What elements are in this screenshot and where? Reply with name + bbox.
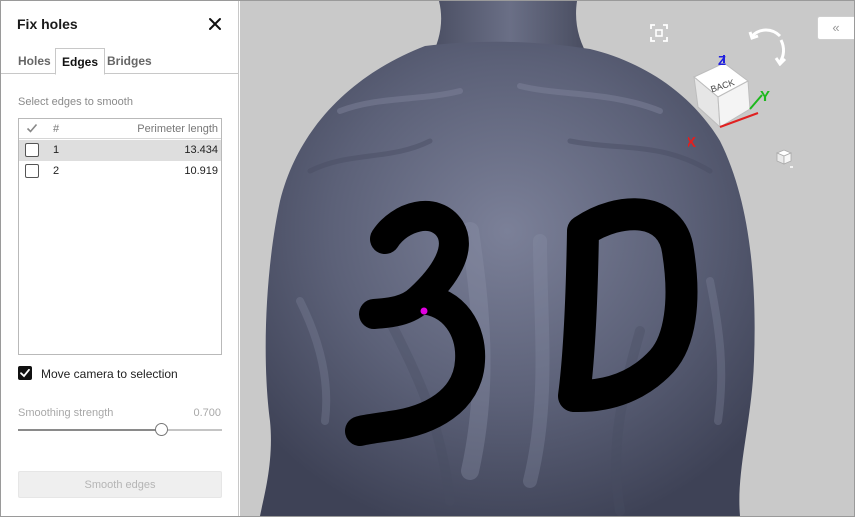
smoothing-strength-value: 0.700: [193, 407, 221, 419]
table-row[interactable]: 1 13.434: [19, 140, 221, 161]
fix-holes-panel: Fix holes Holes Edges Bridges Select edg…: [1, 1, 239, 516]
select-edges-label: Select edges to smooth: [18, 96, 133, 108]
column-header-number: #: [53, 123, 60, 135]
checkmark-icon: [20, 368, 30, 378]
view-mode-cube-icon[interactable]: [775, 148, 795, 170]
close-button[interactable]: [205, 14, 225, 34]
tab-bridges[interactable]: Bridges: [101, 48, 158, 74]
row-id: 2: [53, 165, 60, 177]
row-perimeter: 13.434: [184, 144, 218, 156]
3d-viewport[interactable]: « BACK X Y Z: [240, 1, 854, 516]
close-icon: [209, 18, 221, 30]
fit-view-icon[interactable]: [650, 24, 668, 42]
axis-z-label: Z: [718, 55, 726, 68]
smooth-edges-button[interactable]: Smooth edges: [18, 471, 222, 498]
smoothing-slider-thumb[interactable]: [154, 423, 168, 436]
axis-x-label: X: [688, 134, 696, 151]
collapse-button[interactable]: «: [817, 16, 854, 40]
column-header-perimeter: Perimeter length: [137, 123, 218, 135]
smoothing-strength-label: Smoothing strength: [18, 407, 114, 419]
fix-holes-window: Fix holes Holes Edges Bridges Select edg…: [0, 0, 855, 517]
check-all-icon[interactable]: [26, 122, 38, 134]
row-perimeter: 10.919: [184, 165, 218, 177]
panel-title: Fix holes: [17, 16, 78, 32]
view-cube[interactable]: BACK X Y Z: [688, 55, 780, 151]
edges-list[interactable]: # Perimeter length 1 13.434 2 10.919: [18, 118, 222, 355]
axis-y-label: Y: [760, 88, 770, 105]
tab-bar: Holes Edges Bridges: [1, 48, 238, 75]
move-camera-checkbox[interactable]: [18, 366, 32, 380]
row-checkbox[interactable]: [25, 164, 39, 178]
selection-marker: [420, 307, 428, 315]
smoothing-slider-fill: [18, 429, 161, 431]
row-id: 1: [53, 144, 60, 156]
tab-edges[interactable]: Edges: [55, 48, 106, 75]
tab-holes[interactable]: Holes: [12, 48, 57, 74]
table-row[interactable]: 2 10.919: [19, 161, 221, 182]
smoothing-slider-track[interactable]: [18, 429, 222, 431]
list-header: # Perimeter length: [19, 119, 221, 139]
move-camera-label[interactable]: Move camera to selection: [41, 367, 178, 381]
row-checkbox[interactable]: [25, 143, 39, 157]
